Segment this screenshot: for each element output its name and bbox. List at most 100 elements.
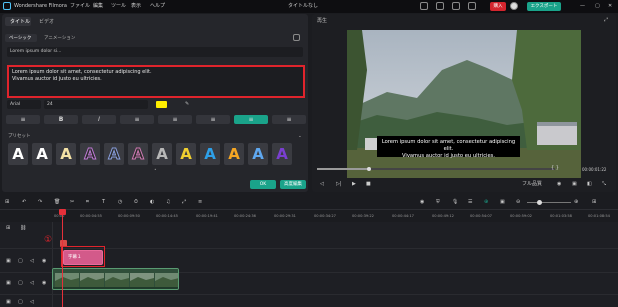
text-layer-field[interactable]: Lorem ipsum dolor si... [7,47,303,57]
avatar[interactable] [510,2,518,10]
step-back-icon[interactable]: ▷| [336,180,342,188]
zoom-out-icon[interactable]: ⊖ [516,198,520,206]
preset-12[interactable]: A [272,143,292,165]
seek-handle[interactable] [367,167,371,171]
menu-tools[interactable]: ツール [111,3,126,10]
buy-button[interactable]: 購入 [490,2,506,11]
undo-icon[interactable]: ↶ [22,198,26,206]
scroll-dot[interactable]: • [154,167,157,174]
audio-icon[interactable]: ♫ [166,198,170,206]
quality-select[interactable]: フル品質 [522,180,542,188]
render-icon[interactable]: ◉ [420,198,424,206]
delete-icon[interactable]: 🗑 [54,198,60,206]
font-select[interactable]: Arial [7,100,41,109]
snap-icon[interactable]: ⊕ [484,198,488,206]
preset-1[interactable]: A [8,143,28,165]
preset-8[interactable]: A [176,143,196,165]
seek-bar[interactable] [317,168,555,170]
snapshot-icon[interactable]: ▣ [572,180,577,188]
fullscreen-icon[interactable]: ⤢ [604,16,608,24]
crop-icon[interactable]: ⌗ [86,198,89,206]
bold-button[interactable]: B [44,115,78,124]
preset-9[interactable]: A [200,143,220,165]
maximize-icon[interactable]: ▢ [595,3,600,10]
eyedropper-icon[interactable]: ✎ [185,100,189,108]
mute-icon[interactable]: ◁ [30,298,34,306]
export-button[interactable]: エクスポート [527,2,561,11]
ok-button[interactable]: OK [250,180,276,189]
video-clip[interactable] [52,268,179,290]
chevron-down-icon[interactable]: ⌄ [298,133,302,140]
preset-3[interactable]: A [56,143,76,165]
image-icon[interactable]: ▣ [500,198,505,206]
size-select[interactable]: 24 [44,100,148,109]
cut-icon[interactable]: ✂ [70,198,74,206]
gear-icon[interactable] [452,2,460,10]
monitor-icon[interactable] [420,2,428,10]
preset-4[interactable]: A [80,143,100,165]
preset-10[interactable]: A [224,143,244,165]
preset-11[interactable]: A [248,143,268,165]
italic-button[interactable]: I [82,115,116,124]
timeline-ruler[interactable]: 00:00 00:00:04:55 00:00:09:50 00:00:14:4… [0,209,618,222]
subtab-animation[interactable]: アニメーション [44,35,75,42]
title-text-input[interactable]: Lorem ipsum dolor sit amet, consectetur … [7,65,305,98]
format-button-1[interactable]: ≡ [6,115,40,124]
download-icon[interactable] [468,2,476,10]
eye-icon[interactable]: ◉ [42,279,46,287]
advanced-edit-button[interactable]: 高度編集 [280,180,306,189]
save-preset-icon[interactable] [293,34,300,41]
menu-view[interactable]: 表示 [131,3,141,10]
tab-video[interactable]: ビデオ [39,18,54,26]
mic-icon[interactable]: 🎙 [452,198,458,206]
eye-icon[interactable]: ◉ [42,257,46,265]
align-left-button[interactable]: ≡ [120,115,154,124]
preset-2[interactable]: A [32,143,52,165]
play-icon[interactable]: ▶ [352,180,356,188]
minimize-icon[interactable]: — [580,3,585,10]
preset-7[interactable]: A [152,143,172,165]
cloud-icon[interactable] [436,2,444,10]
speed-icon[interactable]: ◷ [118,198,122,206]
preset-5[interactable]: A [104,143,124,165]
lock-icon[interactable]: ▢ [18,257,23,265]
align-center-button[interactable]: ≡ [158,115,192,124]
subtab-basic[interactable]: ベーシック [9,35,31,42]
camera-icon[interactable]: ◉ [557,180,561,188]
stop-icon[interactable]: ■ [366,180,371,188]
shield-icon[interactable]: ⛨ [436,198,440,206]
zoom-slider[interactable] [527,202,571,203]
adjust-icon[interactable]: ≡ [198,198,202,206]
prev-frame-icon[interactable]: ◁ [320,180,324,188]
align-justify-button[interactable]: ≡ [234,115,268,124]
lock-icon[interactable]: ▢ [18,279,23,287]
link-icon[interactable]: ⛓ [20,224,26,232]
preset-6[interactable]: A [128,143,148,165]
expand-icon[interactable]: ⤢ [182,198,186,206]
tab-title[interactable]: タイトル [10,18,30,26]
redo-icon[interactable]: ↷ [38,198,42,206]
grid-icon[interactable]: ⊞ [592,198,596,206]
zoom-handle[interactable] [537,200,542,205]
zoom-in-icon[interactable]: ⊕ [574,198,578,206]
align-justify-all-button[interactable]: ≡ [272,115,306,124]
mark-in-out[interactable]: { } [551,164,559,172]
list-icon[interactable]: ☰ [468,198,472,206]
color-icon[interactable]: ◐ [150,198,154,206]
add-track-icon[interactable]: ⊞ [6,224,10,232]
text-icon[interactable]: T [102,198,105,206]
volume-icon[interactable]: ◧ [587,180,592,188]
menu-edit[interactable]: 編集 [93,3,103,10]
resize-icon[interactable]: ⤡ [602,180,606,188]
close-icon[interactable]: ✕ [608,3,612,10]
playhead[interactable] [62,209,63,307]
lock-icon[interactable]: ▢ [18,298,23,306]
menu-help[interactable]: ヘルプ [150,3,165,10]
mute-icon[interactable]: ◁ [30,279,34,287]
title-clip[interactable]: 字幕１ [63,250,103,265]
playhead-handle[interactable] [59,209,66,215]
align-right-button[interactable]: ≡ [196,115,230,124]
text-color-swatch[interactable] [156,101,167,108]
layout-icon[interactable]: ⊞ [5,198,9,206]
timer-icon[interactable]: ⏱ [134,198,138,206]
